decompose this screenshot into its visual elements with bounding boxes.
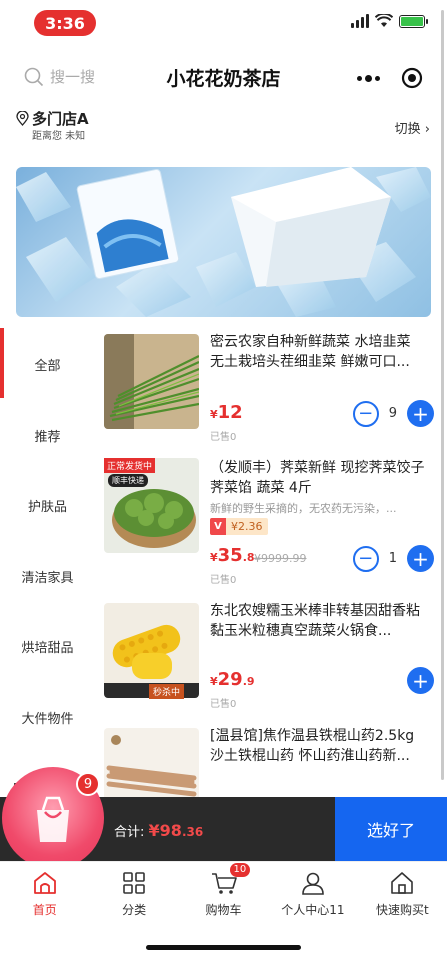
coupon-badge: V ¥2.36 <box>210 518 268 535</box>
close-target-icon[interactable] <box>401 67 423 89</box>
quantity-stepper: + <box>407 667 434 694</box>
status-bar: 3:36 <box>0 0 447 48</box>
product-name: 密云农家自种新鲜蔬菜 水培韭菜 无土栽培头茬细韭菜 鲜嫩可口... <box>210 334 411 370</box>
total-amount: ¥98.36 <box>148 821 204 840</box>
increase-button[interactable]: + <box>407 545 434 572</box>
home-indicator <box>146 945 301 950</box>
more-icon[interactable] <box>357 74 381 82</box>
signal-icon <box>351 14 369 28</box>
product-sold: 已售0 <box>210 699 237 710</box>
increase-button[interactable]: + <box>407 400 434 427</box>
bag-count-badge: 9 <box>76 772 100 796</box>
promo-banner[interactable] <box>16 167 431 317</box>
increase-button[interactable]: + <box>407 667 434 694</box>
category-item-skincare[interactable]: 护肤品 <box>0 496 95 515</box>
original-price: ¥9999.99 <box>254 552 307 565</box>
tab-label: 分类 <box>122 903 147 917</box>
product-item[interactable]: 密云农家自种新鲜蔬菜 水培韭菜 无土栽培头茬细韭菜 鲜嫩可口... ¥12 已售… <box>104 328 434 453</box>
coupon-icon: V <box>210 518 226 535</box>
switch-label: 切换 <box>394 122 421 137</box>
shopping-bag-icon <box>37 796 69 842</box>
status-icons <box>351 14 428 28</box>
store-name[interactable]: 多门店A <box>16 108 89 129</box>
home-icon <box>33 872 56 894</box>
tab-profile[interactable]: 个人中心11 <box>268 862 357 931</box>
house-icon <box>391 872 414 894</box>
nav-bar: 搜一搜 小花花奶茶店 <box>0 52 447 102</box>
product-sold: 已售0 <box>210 575 237 586</box>
decrease-button[interactable]: − <box>352 400 379 427</box>
product-item[interactable]: [温县馆]焦作温县铁棍山药2.5kg 沙土铁棍山药 怀山药淮山药新... <box>104 722 434 823</box>
product-name: 东北农嫂糯玉米棒非转基因甜香粘黏玉米粒穗真空蔬菜火锅食... <box>210 603 420 639</box>
product-price: ¥35.8 <box>210 545 255 566</box>
total-label: 合计: <box>114 825 145 840</box>
tab-category[interactable]: 分类 <box>89 862 178 931</box>
tab-home[interactable]: 首页 <box>0 862 89 931</box>
quantity-value: 9 <box>388 406 397 421</box>
category-item-recommend[interactable]: 推荐 <box>0 426 95 445</box>
switch-store-button[interactable]: 切换 › <box>395 118 430 137</box>
product-sold: 已售0 <box>210 432 237 443</box>
minus-icon: − <box>358 402 374 424</box>
tab-label: 购物车 <box>205 903 242 917</box>
tab-cart[interactable]: 10 购物车 <box>179 862 268 931</box>
user-icon <box>302 872 324 895</box>
tab-label: 个人中心11 <box>281 903 345 917</box>
product-name: （发顺丰）荠菜新鲜 现挖荠菜饺子荠菜馅 蔬菜 4斤 <box>210 460 425 496</box>
tab-label: 快速购买t <box>375 903 429 917</box>
product-image <box>104 334 199 429</box>
cart-total: 合计: ¥98.36 <box>114 821 203 840</box>
store-distance: 距离您 未知 <box>32 131 86 142</box>
tab-bar: 首页 分类 10 购物车 个人中心11 快速购买t <box>0 861 447 931</box>
store-selector: 多门店A 距离您 未知 切换 › <box>16 108 436 142</box>
product-tag: 正常发货中 <box>104 458 156 473</box>
checkout-button[interactable]: 选好了 <box>335 797 447 861</box>
mini-program-capsule <box>347 62 433 94</box>
product-price: ¥12 <box>210 402 243 423</box>
chevron-right-icon: › <box>420 122 430 137</box>
tab-quick-buy[interactable]: 快速购买t <box>358 862 447 931</box>
scrollbar[interactable] <box>441 10 444 780</box>
quantity-stepper: − 1 + <box>352 545 434 572</box>
status-time: 3:36 <box>34 10 96 36</box>
grid-icon <box>123 872 145 894</box>
wifi-icon <box>375 14 393 27</box>
store-name-label: 多门店A <box>32 110 89 128</box>
minus-icon: − <box>358 547 374 569</box>
tab-label: 首页 <box>32 903 57 917</box>
cart-count-badge: 10 <box>229 863 251 877</box>
battery-icon <box>399 14 428 28</box>
product-item[interactable]: 正常发货中 顺丰快递 （发顺丰）荠菜新鲜 现挖荠菜饺子荠菜馅 蔬菜 4斤 新鲜的… <box>104 454 434 586</box>
flash-sale-tag: 秒杀中 <box>149 684 185 699</box>
product-desc: 新鲜的野生采摘的，无农药无污染，... <box>210 502 397 515</box>
plus-icon: + <box>412 546 429 571</box>
shipping-tag: 顺丰快递 <box>108 474 148 487</box>
category-item-large[interactable]: 大件物件 <box>0 708 95 727</box>
category-item-cleaning[interactable]: 清洁家具 <box>0 567 95 586</box>
plus-icon: + <box>412 401 429 426</box>
category-item-all[interactable]: 全部 <box>0 355 95 374</box>
quantity-value: 1 <box>388 551 397 566</box>
category-item-baking[interactable]: 烘培甜品 <box>0 637 95 656</box>
product-item[interactable]: 秒杀中 东北农嫂糯玉米棒非转基因甜香粘黏玉米粒穗真空蔬菜火锅食... ¥29.9… <box>104 597 434 722</box>
product-price: ¥29.9 <box>210 669 255 690</box>
banner-image <box>16 167 431 317</box>
location-pin-icon <box>16 111 29 126</box>
coupon-value: ¥2.36 <box>231 520 263 533</box>
decrease-button[interactable]: − <box>352 545 379 572</box>
plus-icon: + <box>412 668 429 693</box>
category-sidebar: 全部 推荐 护肤品 清洁家具 烘培甜品 大件物件 家 <box>0 328 95 798</box>
quantity-stepper: − 9 + <box>352 400 434 427</box>
product-name: [温县馆]焦作温县铁棍山药2.5kg 沙土铁棍山药 怀山药淮山药新... <box>210 728 415 764</box>
